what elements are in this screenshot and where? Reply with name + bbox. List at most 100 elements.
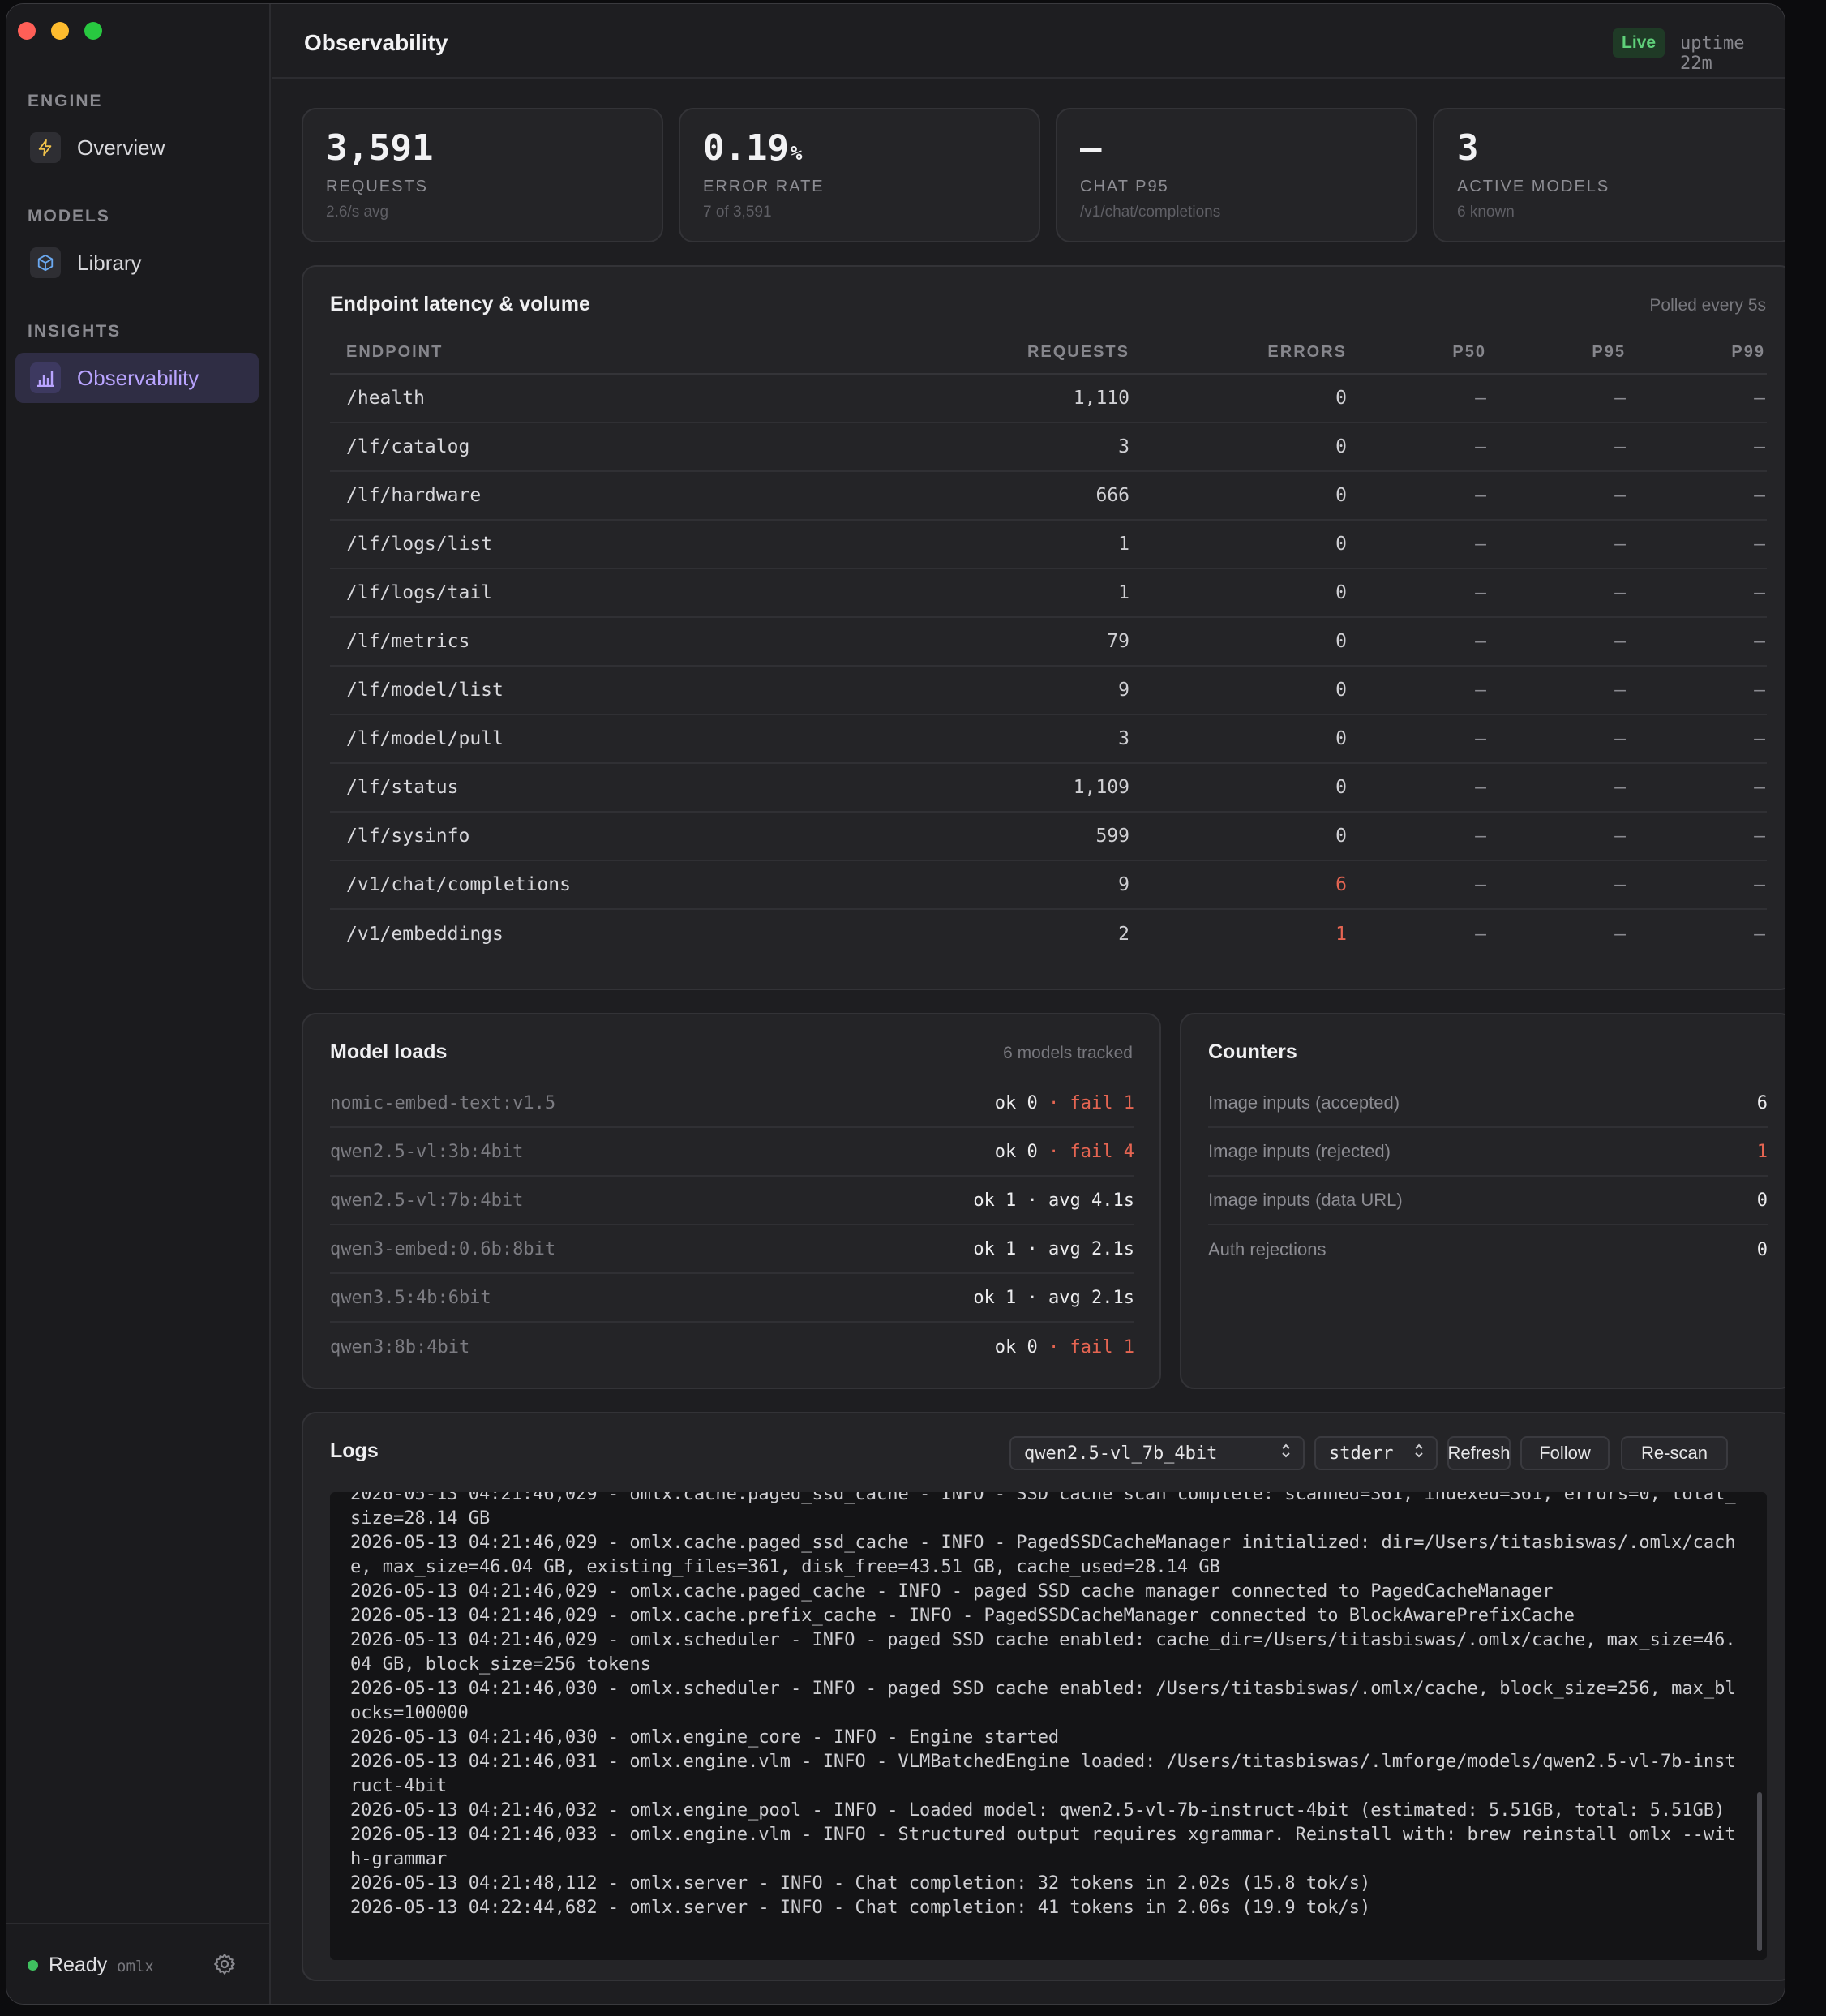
log-line: 2026-05-13 04:21:46,030 - omlx.scheduler…	[350, 1679, 1736, 1723]
log-line: 2026-05-13 04:21:46,029 - omlx.scheduler…	[350, 1630, 1736, 1675]
sidebar-section-insights: INSIGHTS	[28, 322, 122, 341]
endpoint-latency-card: Endpoint latency & volume Polled every 5…	[302, 265, 1785, 990]
table-cell: 0	[1131, 520, 1348, 569]
table-row: /v1/chat/completions 9 6— — —	[330, 860, 1767, 910]
minimize-window-button[interactable]	[51, 22, 69, 40]
card-title: Counters	[1208, 1040, 1297, 1063]
column-header: REQUESTS	[969, 332, 1131, 375]
log-stream-select[interactable]: stderr	[1314, 1436, 1438, 1470]
log-line: 2026-05-13 04:21:46,029 - omlx.cache.pag…	[350, 1581, 1554, 1602]
table-cell: —	[1488, 374, 1627, 423]
stat-value: 0.19%	[703, 127, 803, 169]
table-row: /lf/model/pull 3 0— — —	[330, 714, 1767, 764]
load-result: ok 1 · avg 4.1s	[973, 1190, 1134, 1211]
endpoint-path: /lf/metrics	[330, 617, 969, 667]
stat-sub: 2.6/s avg	[326, 204, 389, 221]
counter-row: Image inputs (accepted) 6	[1208, 1079, 1768, 1128]
column-header: ERRORS	[1131, 332, 1348, 375]
table-cell: 0	[1131, 714, 1348, 764]
table-cell: —	[1488, 666, 1627, 715]
page-title: Observability	[304, 30, 448, 55]
table-cell: 1	[969, 520, 1131, 569]
table-cell: —	[1348, 812, 1488, 861]
table-cell: 1	[1335, 923, 1347, 945]
log-line: 2026-05-13 04:21:46,030 - omlx.engine_co…	[350, 1727, 1060, 1748]
column-header: P50	[1348, 332, 1488, 375]
model-name: qwen3.5:4b:6bit	[330, 1287, 491, 1308]
list-item: qwen2.5-vl:3b:4bit ok 0 · fail 4	[330, 1128, 1134, 1177]
table-cell: 599	[969, 812, 1131, 861]
log-lines: 2026-05-13 04:21:46,029 - omlx.cache.pag…	[350, 1492, 1737, 1920]
top-bar: Observability Live uptime 22m	[272, 4, 1785, 79]
stat-value: 3	[1457, 127, 1479, 169]
counter-row: Image inputs (data URL) 0	[1208, 1177, 1768, 1225]
counters-card: Counters Image inputs (accepted) 6 Image i…	[1180, 1013, 1785, 1389]
zoom-window-button[interactable]	[84, 22, 102, 40]
stat-label: REQUESTS	[326, 178, 429, 195]
table-cell: —	[1488, 568, 1627, 618]
table-cell: —	[1627, 374, 1767, 423]
endpoint-path: /v1/embeddings	[346, 923, 504, 945]
rescan-button[interactable]: Re-scan	[1621, 1436, 1728, 1470]
stat-card-chat-p95: — CHAT P95 /v1/chat/completions	[1056, 108, 1417, 242]
sidebar-section-models: MODELS	[28, 207, 110, 225]
table-cell: 1,109	[969, 763, 1131, 813]
table-cell: 3	[969, 714, 1131, 764]
table-cell: 3	[969, 423, 1131, 472]
table-cell: —	[1614, 923, 1626, 945]
table-cell: 6	[1131, 860, 1348, 910]
table-cell: —	[1488, 471, 1627, 521]
table-cell: 1,110	[969, 374, 1131, 423]
load-result: ok 1 · avg 2.1s	[973, 1238, 1134, 1259]
table-cell: 0	[1131, 763, 1348, 813]
endpoint-path: /lf/status	[330, 763, 969, 813]
sidebar-item-overview[interactable]: Overview	[15, 122, 259, 173]
log-model-select[interactable]: qwen2.5-vl_7b_4bit	[1009, 1436, 1305, 1470]
table-cell: —	[1348, 471, 1488, 521]
gear-icon[interactable]	[212, 1952, 237, 1980]
table-cell: —	[1348, 617, 1488, 667]
counter-label: Image inputs (data URL)	[1208, 1190, 1403, 1210]
sidebar-item-library[interactable]: Library	[15, 238, 259, 288]
table-row: /health 1,110 0— — —	[330, 374, 1767, 423]
table-cell: —	[1627, 812, 1767, 861]
models-tracked: 6 models tracked	[1003, 1044, 1133, 1062]
counter-row: Auth rejections 0	[1208, 1225, 1768, 1274]
table-cell: —	[1627, 666, 1767, 715]
refresh-button[interactable]: Refresh	[1447, 1436, 1511, 1470]
follow-button[interactable]: Follow	[1520, 1436, 1610, 1470]
table-cell: 9	[969, 666, 1131, 715]
log-scrollbar[interactable]	[1757, 1792, 1762, 1951]
sidebar-item-label: Library	[77, 250, 142, 275]
select-arrows-icon	[1280, 1442, 1292, 1465]
endpoint-path: /lf/model/pull	[330, 714, 969, 764]
table-cell: 0	[1131, 568, 1348, 618]
cube-icon	[30, 247, 61, 278]
counter-value: 6	[1756, 1092, 1768, 1113]
column-header: P95	[1488, 332, 1627, 375]
table-row: /lf/catalog 3 0— — —	[330, 423, 1767, 472]
log-line: 2026-05-13 04:21:46,029 - omlx.cache.pag…	[350, 1492, 1736, 1529]
poll-interval: Polled every 5s	[1649, 296, 1766, 315]
log-output[interactable]: 2026-05-13 04:21:46,029 - omlx.cache.pag…	[330, 1492, 1767, 1960]
table-cell: —	[1488, 812, 1627, 861]
close-window-button[interactable]	[18, 22, 36, 40]
selected-model: qwen2.5-vl_7b_4bit	[1024, 1443, 1218, 1464]
counter-value: 0	[1756, 1190, 1768, 1211]
model-name: qwen3-embed:0.6b:8bit	[330, 1238, 556, 1259]
stat-sub: 6 known	[1457, 204, 1515, 221]
stat-value: —	[1080, 127, 1102, 169]
table-cell: —	[1627, 568, 1767, 618]
model-name: qwen2.5-vl:7b:4bit	[330, 1190, 524, 1211]
log-line: 2026-05-13 04:21:48,112 - omlx.server - …	[350, 1873, 1371, 1894]
model-loads-card: Model loads 6 models tracked nomic-embed…	[302, 1013, 1161, 1389]
counter-label: Image inputs (rejected)	[1208, 1141, 1391, 1161]
table-cell: 9	[969, 860, 1131, 910]
endpoint-path: /health	[330, 374, 969, 423]
uptime-text: uptime 22m	[1680, 33, 1745, 74]
sidebar-item-observability[interactable]: Observability	[15, 353, 259, 403]
table-cell: 666	[969, 471, 1131, 521]
table-cell: —	[1488, 423, 1627, 472]
table-cell: —	[1627, 520, 1767, 569]
table-cell: 1	[969, 568, 1131, 618]
